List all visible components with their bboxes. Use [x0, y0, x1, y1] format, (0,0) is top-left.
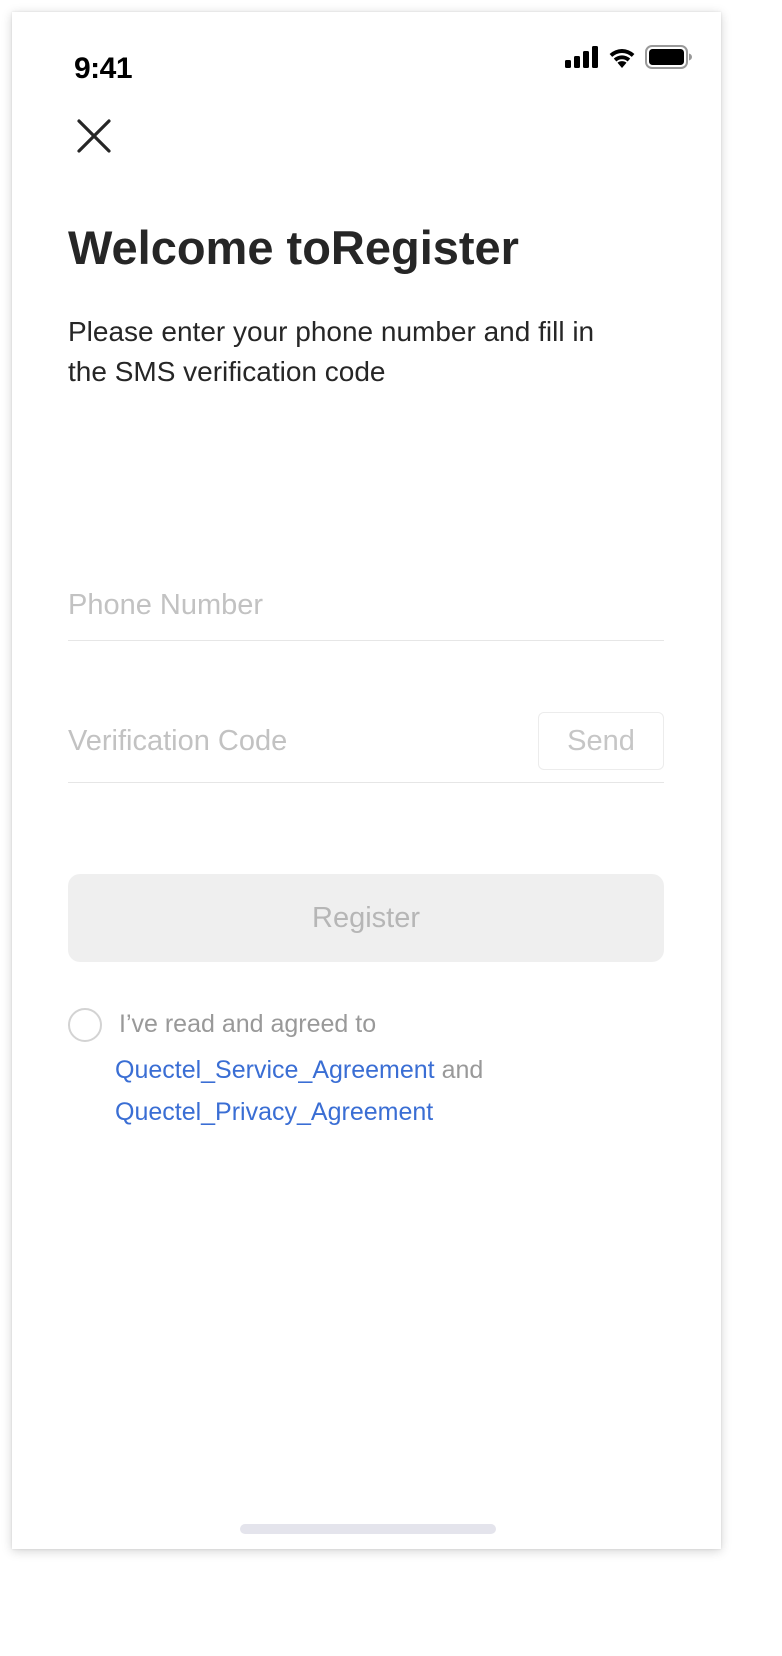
verification-code-field: Send — [68, 712, 664, 783]
send-code-button[interactable]: Send — [538, 712, 664, 770]
battery-icon — [645, 45, 692, 69]
register-button[interactable]: Register — [68, 874, 664, 962]
home-indicator — [240, 1524, 496, 1534]
phone-input[interactable] — [68, 580, 664, 630]
agreement-line-service: Quectel_Service_Agreement and — [115, 1056, 483, 1085]
close-icon — [77, 119, 111, 153]
page-subtitle: Please enter your phone number and fill … — [68, 316, 595, 387]
service-agreement-link[interactable]: Quectel_Service_Agreement — [115, 1056, 435, 1084]
wifi-icon — [609, 49, 635, 68]
status-time: 9:41 — [74, 52, 133, 85]
verification-code-input[interactable] — [68, 716, 508, 766]
status-icons — [565, 42, 693, 72]
agreement-checkbox[interactable] — [68, 1008, 102, 1042]
agreement-prefix: I’ve read and agreed to — [119, 1010, 377, 1038]
page-title: Welcome toRegister — [68, 221, 519, 274]
phone-screen: 9:41 Welcome toRegister Please enter you… — [12, 12, 721, 1549]
phone-field — [68, 580, 664, 641]
agreement-conjunction: and — [434, 1056, 484, 1084]
privacy-agreement-link[interactable]: Quectel_Privacy_Agreement — [115, 1098, 433, 1126]
agreement-line-privacy: Quectel_Privacy_Agreement — [115, 1098, 433, 1127]
signal-icon — [565, 46, 598, 68]
close-button[interactable] — [74, 116, 114, 156]
